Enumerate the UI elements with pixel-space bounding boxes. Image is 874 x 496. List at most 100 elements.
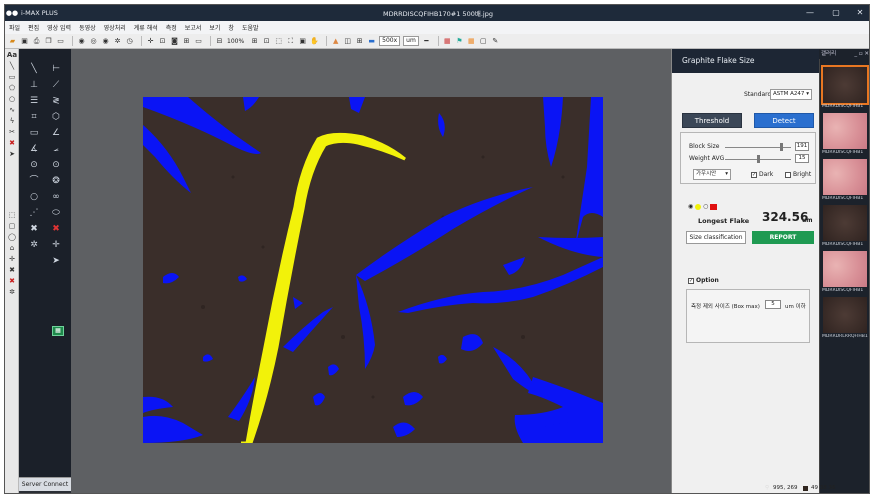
delete-all-icon[interactable]: ✖ [5,275,19,286]
block-size-input[interactable]: 191 [795,142,809,151]
polygon-icon[interactable]: ⬠ [5,82,19,93]
block-size-slider-knob[interactable] [780,143,784,151]
camera-icon[interactable]: ◙ [170,37,179,46]
circle-points-icon[interactable]: ❂ [50,175,62,187]
select-circle-icon[interactable]: ◯ [5,231,19,242]
gallery-controls-icon[interactable]: _ ▫ ✕ [854,49,869,59]
unit-select[interactable]: um [403,36,419,46]
ellipse-icon[interactable]: ⬭ [50,207,62,219]
scale-bar-icon[interactable]: ▬ [367,37,376,46]
point-distance-icon[interactable]: ⋰ [28,207,40,219]
flag-icon[interactable]: ⚑ [455,37,464,46]
weight-avg-slider-knob[interactable] [757,155,760,163]
record-icon[interactable]: ◎ [89,37,98,46]
capture-icon[interactable]: ◉ [77,37,86,46]
gallery-thumbnail[interactable] [823,251,867,287]
weight-avg-input[interactable]: 15 [795,154,809,163]
delete-icon[interactable]: ✖ [5,137,19,148]
fit-icon[interactable]: ⊡ [158,37,167,46]
edit-icon[interactable]: ✎ [491,37,500,46]
menu-image-processing[interactable]: 영상처리 [104,23,126,32]
crop-icon[interactable]: ⌗ [28,111,40,123]
copy-icon[interactable]: ❐ [44,37,53,46]
pointer-icon[interactable]: ➤ [5,148,19,159]
snapshot-icon[interactable]: ⊞ [182,37,191,46]
cut-tool-icon[interactable]: ✖ [28,223,40,235]
print-icon[interactable]: ⎙ [32,37,41,46]
zoom-in-icon[interactable]: ⊞ [250,37,259,46]
parallel-icon[interactable]: ☰ [28,95,40,107]
delete-measure-icon[interactable]: ✖ [50,223,62,235]
fit-window-icon[interactable]: ⊡ [262,37,271,46]
remove-icon[interactable]: ✖ [5,264,19,275]
line-measure-icon[interactable]: ╲ [28,63,40,75]
timer-icon[interactable]: ◷ [125,37,134,46]
gallery-thumbnail[interactable] [821,65,869,105]
text-icon[interactable]: Aa [5,49,19,60]
dark-checkbox[interactable]: ✓ Dark [751,171,773,178]
add-point-icon[interactable]: ✛ [5,253,19,264]
gallery-thumbnail[interactable] [823,297,867,333]
paste-icon[interactable]: ▭ [56,37,65,46]
cut-icon[interactable]: ✂ [5,126,19,137]
zoom-out-icon[interactable]: ⊟ [215,37,224,46]
actual-size-icon[interactable]: ⬚ [274,37,283,46]
split-view-icon[interactable]: ◫ [343,37,352,46]
grid-view-icon[interactable]: ⊞ [355,37,364,46]
circle-center-icon[interactable]: ⊙ [28,159,40,171]
gallery-thumbnail[interactable] [823,205,867,241]
menu-file[interactable]: 파일 [9,23,20,32]
color-map-icon[interactable]: ▦ [443,37,452,46]
angle-lines-icon[interactable]: ⟋ [50,79,62,91]
pointer-icon[interactable]: ➤ [50,255,62,267]
settings-icon[interactable]: ✲ [28,239,40,251]
select-shape-icon[interactable]: ⌂ [5,242,19,253]
minimize-button[interactable]: — [801,5,819,21]
method-select[interactable]: 가우시안 ▾ [693,169,731,180]
angle-arc-icon[interactable]: ∡ [28,143,40,155]
menu-view[interactable]: 보기 [209,23,220,32]
rectangle-measure-icon[interactable]: ▭ [28,127,40,139]
gallery-thumbnail[interactable] [823,113,867,149]
window-icon[interactable]: ▢ [479,37,488,46]
lens-select[interactable]: 500x [379,36,401,46]
option-checkbox[interactable]: ✓ Option [688,277,719,284]
circle-icon[interactable]: ○ [28,191,40,203]
menu-measure[interactable]: 측정 [166,23,177,32]
horizontal-measure-icon[interactable]: ⊢ [50,63,62,75]
region-icon[interactable]: ▣ [298,37,307,46]
zoom-level[interactable]: 100% [227,38,244,45]
radio-selected-icon[interactable]: ◉ [688,203,693,210]
line-icon[interactable]: ╲ [5,60,19,71]
curve-icon[interactable]: ∿ [5,104,19,115]
frame-icon[interactable]: ▭ [194,37,203,46]
circle-3point-icon[interactable]: ⊙ [50,159,62,171]
pan-hand-icon[interactable]: ✋ [310,37,319,46]
gear-icon[interactable]: ✲ [5,286,19,297]
line-style-icon[interactable]: ━ [422,37,431,46]
multi-angle-icon[interactable]: ≷ [50,95,62,107]
freehand-icon[interactable]: ϟ [5,115,19,126]
server-connect-tab[interactable]: Server Connect [19,477,71,491]
select-rect-icon[interactable]: ⬚ [5,209,19,220]
crosshair-icon[interactable]: ✛ [146,37,155,46]
radio-unselected-icon[interactable]: ○ [703,203,708,210]
cobb-angle-icon[interactable]: ⦟ [50,143,62,155]
restore-button[interactable]: ▢ [827,5,845,21]
menu-video[interactable]: 동영상 [79,23,96,32]
micrograph-image[interactable] [143,97,603,443]
angle-icon[interactable]: ∠ [50,127,62,139]
gallery-thumbnail[interactable] [823,159,867,195]
close-button[interactable]: ✕ [851,5,869,21]
threshold-button[interactable]: Threshold [682,113,742,128]
rectangle-icon[interactable]: ▭ [5,71,19,82]
cross-point-icon[interactable]: ✛ [50,239,62,251]
image-color-icon[interactable]: ▦ [467,37,476,46]
bright-checkbox[interactable]: Bright [785,171,811,178]
report-button[interactable]: REPORT [752,231,814,244]
table-icon[interactable]: ▦ [52,326,64,336]
menu-edit[interactable]: 편집 [28,23,39,32]
menu-image-input[interactable]: 영상 입력 [47,23,71,32]
perpendicular-icon[interactable]: ⊥ [28,79,40,91]
image-canvas[interactable] [71,49,671,493]
